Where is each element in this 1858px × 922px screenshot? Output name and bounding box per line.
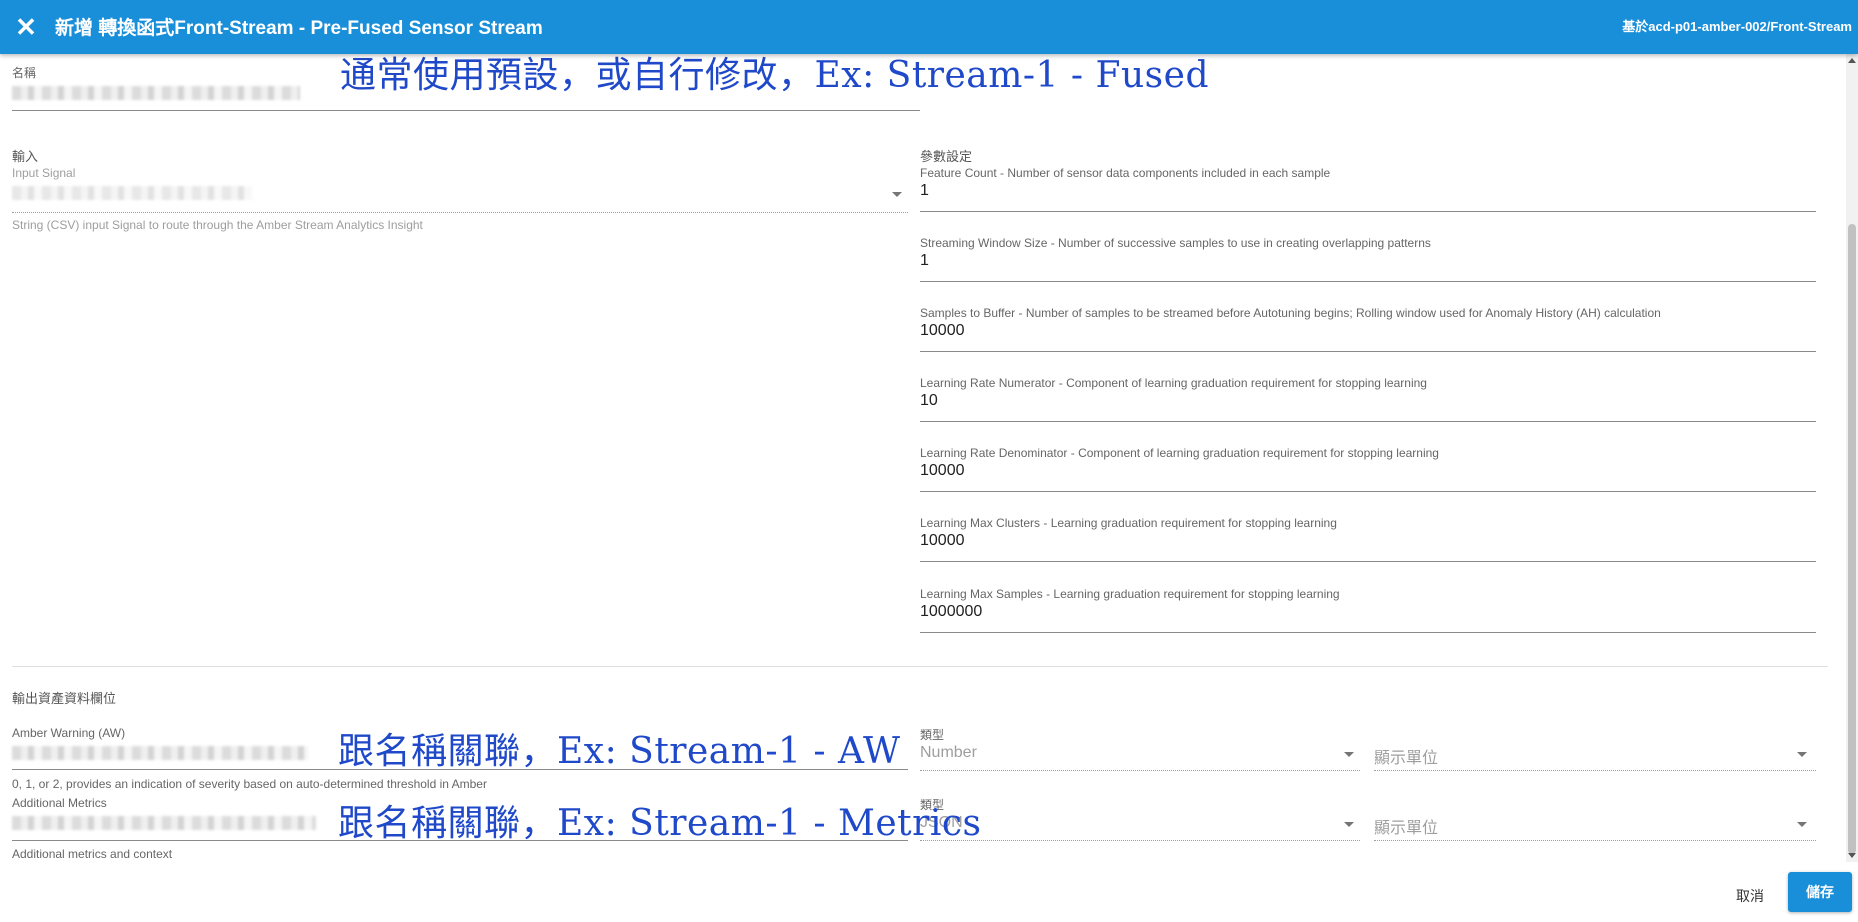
- input-signal-underline: [12, 212, 908, 213]
- type-label: 類型: [920, 728, 945, 742]
- param-label: Learning Max Samples - Learning graduati…: [920, 587, 1340, 601]
- param-underline: [920, 491, 1816, 492]
- breadcrumb-path: 基於acd-p01-amber-002/Front-Stream: [1622, 19, 1852, 34]
- param-underline: [920, 561, 1816, 562]
- param-label: Feature Count - Number of sensor data co…: [920, 166, 1331, 180]
- chevron-down-icon[interactable]: [1797, 752, 1807, 757]
- param-input[interactable]: 10000: [920, 322, 965, 340]
- param-label: Samples to Buffer - Number of samples to…: [920, 306, 1661, 320]
- input-signal-label: Input Signal: [12, 166, 76, 180]
- section-divider: [12, 666, 1828, 667]
- type-select-underline: [920, 840, 1360, 841]
- type-select-underline: [920, 770, 1360, 771]
- type-select[interactable]: Number: [920, 744, 977, 762]
- scroll-down-icon[interactable]: [1848, 853, 1856, 858]
- scroll-up-icon[interactable]: [1848, 58, 1856, 63]
- unit-select[interactable]: 顯示單位: [1374, 814, 1438, 838]
- vertical-scrollbar[interactable]: [1846, 54, 1858, 862]
- form-content: 名稱 通常使用預設，或自行修改，Ex: Stream-1 - Fused 輸入 …: [0, 54, 1846, 862]
- param-underline: [920, 211, 1816, 212]
- cancel-button[interactable]: 取消: [1720, 878, 1780, 914]
- param-label: Streaming Window Size - Number of succes…: [920, 236, 1431, 250]
- param-label: Learning Rate Numerator - Component of l…: [920, 376, 1427, 390]
- param-label: Learning Max Clusters - Learning graduat…: [920, 516, 1337, 530]
- annotation-metrics-note: 跟名稱關聯，Ex: Stream-1 - Metrics: [338, 803, 982, 844]
- annotation-name-note: 通常使用預設，或自行修改，Ex: Stream-1 - Fused: [340, 55, 1210, 96]
- chevron-down-icon[interactable]: [892, 192, 902, 197]
- output-field-hint: 0, 1, or 2, provides an indication of se…: [12, 777, 487, 791]
- input-signal-hint: String (CSV) input Signal to route throu…: [12, 218, 423, 232]
- chevron-down-icon[interactable]: [1344, 752, 1354, 757]
- close-icon[interactable]: ✕: [10, 12, 42, 42]
- dialog-title: 新增 轉換函式Front-Stream - Pre-Fused Sensor S…: [55, 18, 543, 39]
- param-underline: [920, 632, 1816, 633]
- chevron-down-icon[interactable]: [1344, 822, 1354, 827]
- annotation-aw-note: 跟名稱關聯，Ex: Stream-1 - AW: [338, 731, 901, 772]
- param-label: Learning Rate Denominator - Component of…: [920, 446, 1439, 460]
- output-field-hint: Additional metrics and context: [12, 847, 173, 861]
- chevron-down-icon[interactable]: [1797, 822, 1807, 827]
- dialog-footer: 取消 儲存: [0, 862, 1858, 922]
- unit-select-underline: [1374, 770, 1816, 771]
- param-input[interactable]: 1: [920, 182, 929, 200]
- param-underline: [920, 351, 1816, 352]
- unit-select[interactable]: 顯示單位: [1374, 744, 1438, 768]
- name-input-underline: [12, 110, 920, 111]
- output-field-label: Additional Metrics: [12, 796, 107, 810]
- input-signal-select-redacted[interactable]: [12, 186, 252, 200]
- param-input[interactable]: 1: [920, 252, 929, 270]
- output-section-title: 輸出資產資料欄位: [12, 691, 117, 706]
- param-input[interactable]: 10000: [920, 532, 965, 550]
- output-field-input-redacted[interactable]: [12, 746, 308, 760]
- param-underline: [920, 281, 1816, 282]
- param-input[interactable]: 1000000: [920, 603, 982, 621]
- save-button[interactable]: 儲存: [1788, 872, 1852, 912]
- param-input[interactable]: 10000: [920, 462, 965, 480]
- name-input-redacted[interactable]: [12, 86, 300, 100]
- param-underline: [920, 421, 1816, 422]
- output-field-label: Amber Warning (AW): [12, 726, 126, 740]
- name-label: 名稱: [12, 66, 37, 80]
- scrollbar-thumb[interactable]: [1848, 224, 1856, 854]
- output-field-input-redacted[interactable]: [12, 816, 316, 830]
- param-input[interactable]: 10: [920, 392, 938, 410]
- params-section-title: 參數設定: [920, 149, 973, 164]
- dialog-header: ✕ 新增 轉換函式Front-Stream - Pre-Fused Sensor…: [0, 0, 1858, 54]
- input-section-title: 輸入: [12, 149, 39, 164]
- unit-select-underline: [1374, 840, 1816, 841]
